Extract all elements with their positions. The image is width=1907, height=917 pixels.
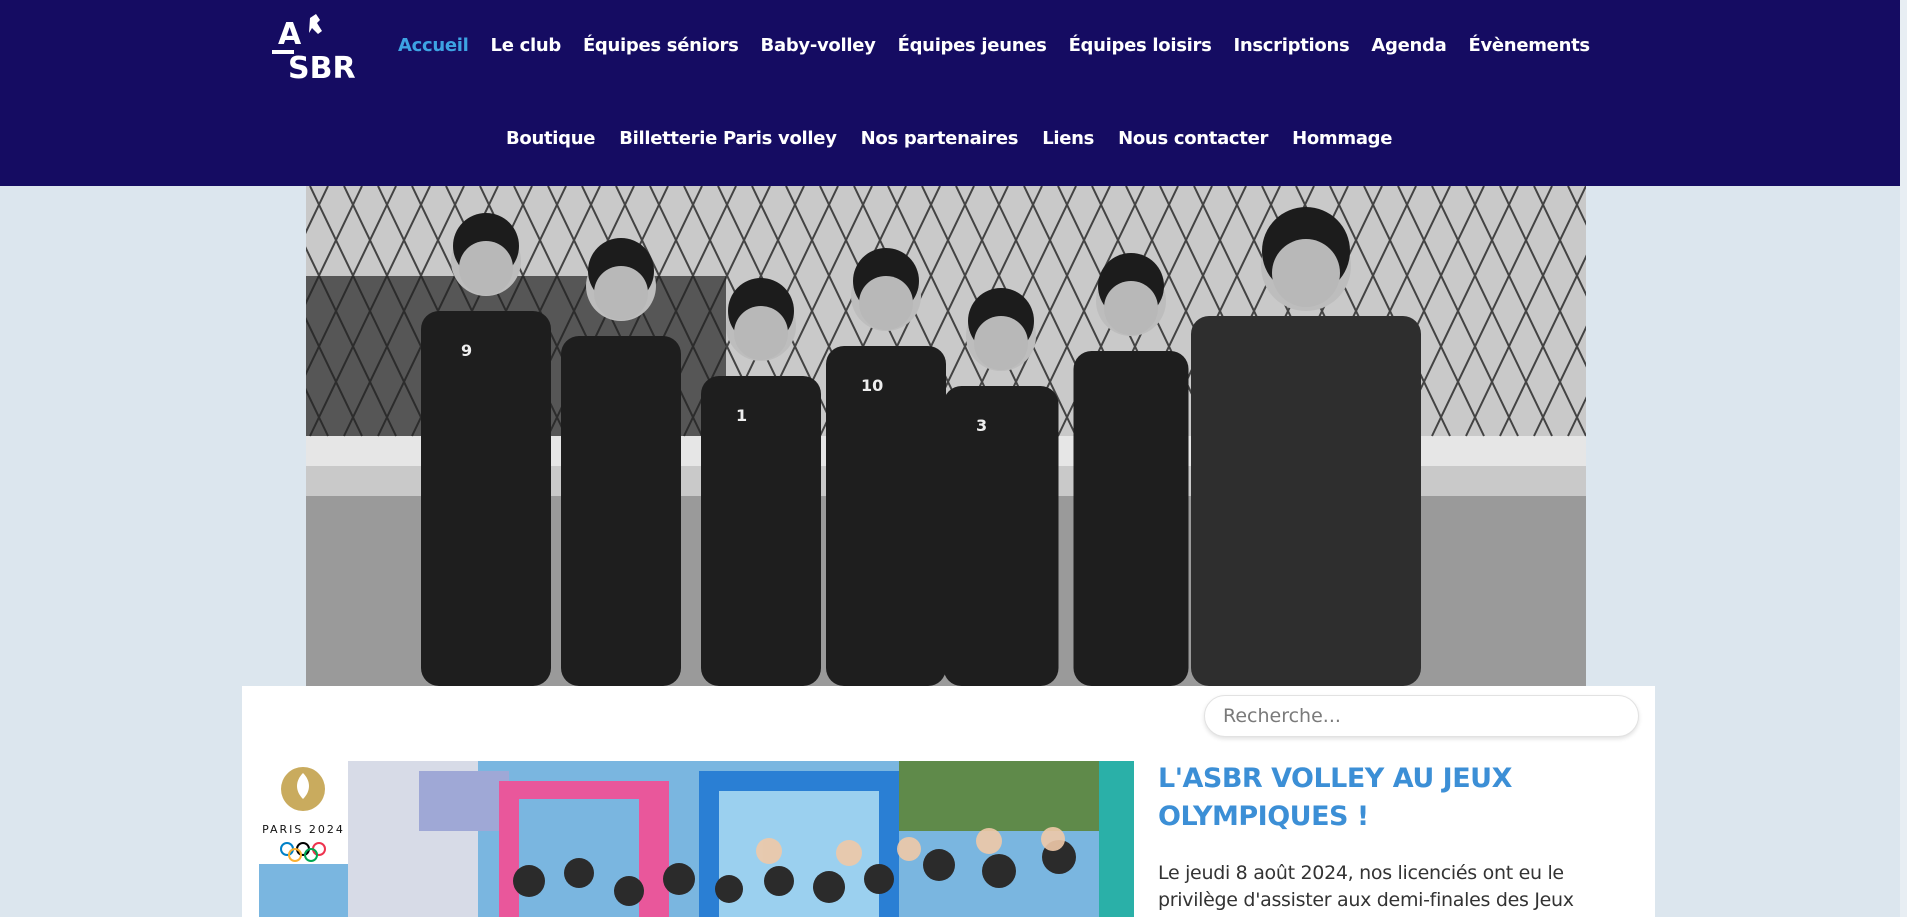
asbr-logo-icon: A SBR: [272, 14, 356, 86]
olympics-group-photo: [259, 761, 1134, 917]
nav-item-accueil[interactable]: Accueil: [398, 35, 469, 56]
jersey-number: 9: [461, 341, 472, 360]
main-nav-row-1: Accueil Le club Équipes séniors Baby-volley…: [385, 30, 1599, 60]
nav-item-le-club[interactable]: Le club: [491, 35, 562, 56]
main-nav-row-2: Boutique Billetterie Paris volley Nos part…: [491, 123, 1401, 153]
nav-item-equipes-seniors[interactable]: Équipes séniors: [583, 35, 739, 56]
paris-2024-logo-icon: [280, 767, 326, 862]
nav-item-billetterie-paris-volley[interactable]: Billetterie Paris volley: [619, 128, 837, 149]
nav-item-inscriptions[interactable]: Inscriptions: [1233, 35, 1349, 56]
top-navbar: A SBR Accueil Le club Équipes séniors Baby-…: [0, 0, 1900, 186]
hero-team-photo: 9 1 10 3: [306, 186, 1586, 686]
nav-item-equipes-jeunes[interactable]: Équipes jeunes: [898, 35, 1047, 56]
post-excerpt: Le jeudi 8 août 2024, nos licenciés ont …: [1158, 862, 1574, 911]
nav-item-hommage[interactable]: Hommage: [1292, 128, 1392, 149]
team-photo-image: 9 1 10 3: [306, 186, 1586, 686]
nav-item-baby-volley[interactable]: Baby-volley: [761, 35, 876, 56]
jersey-number: 10: [861, 376, 883, 395]
nav-item-boutique[interactable]: Boutique: [506, 128, 595, 149]
search-input[interactable]: [1204, 695, 1639, 737]
jersey-number: 1: [736, 406, 747, 425]
svg-text:SBR: SBR: [288, 51, 356, 84]
nav-item-agenda[interactable]: Agenda: [1371, 35, 1446, 56]
page-scrollbar[interactable]: [1900, 0, 1907, 917]
nav-item-equipes-loisirs[interactable]: Équipes loisirs: [1069, 35, 1212, 56]
nav-item-evenements[interactable]: Évènements: [1468, 35, 1590, 56]
post-featured-image[interactable]: PARIS 2024: [259, 761, 1134, 917]
nav-item-nous-contacter[interactable]: Nous contacter: [1118, 128, 1268, 149]
nav-item-liens[interactable]: Liens: [1042, 128, 1094, 149]
post-title[interactable]: L'ASBR VOLLEY AU JEUX OLYMPIQUES !: [1158, 760, 1578, 836]
nav-item-nos-partenaires[interactable]: Nos partenaires: [861, 128, 1019, 149]
jersey-number: 3: [976, 416, 987, 435]
svg-text:A: A: [278, 17, 302, 52]
paris-2024-text: PARIS 2024: [262, 823, 345, 836]
asbr-logo[interactable]: A SBR: [270, 12, 356, 86]
paris-2024-badge: PARIS 2024: [259, 761, 348, 864]
